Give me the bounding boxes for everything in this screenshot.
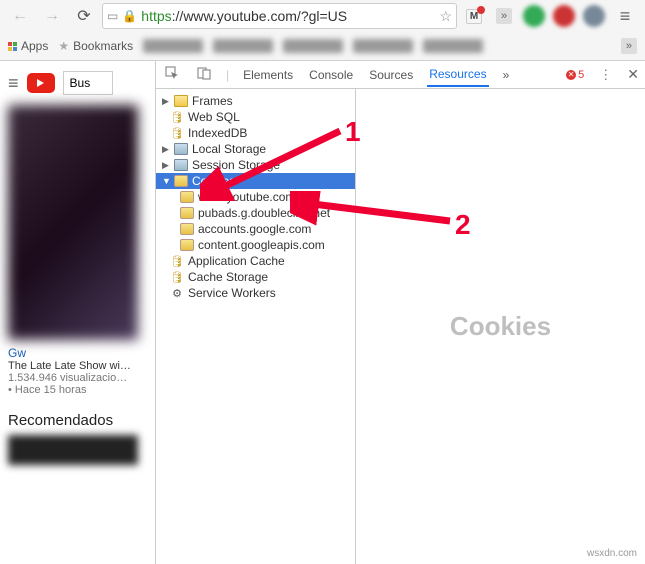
chrome-menu-button[interactable]: ≡ bbox=[611, 2, 639, 30]
profile-blob-2[interactable] bbox=[551, 5, 577, 27]
devtools-close-icon[interactable]: ✕ bbox=[627, 66, 639, 83]
cookie-host-youtube[interactable]: www.youtube.com bbox=[156, 189, 355, 205]
bookmark-star-icon[interactable]: ☆ bbox=[439, 8, 452, 25]
cookie-host-doubleclick[interactable]: pubads.g.doubleclick.net bbox=[156, 205, 355, 221]
bookmarks-bar: Apps ★ Bookmarks » bbox=[0, 32, 645, 60]
page-icon: ▭ bbox=[107, 9, 118, 23]
tree-frames[interactable]: ▶Frames bbox=[156, 93, 355, 109]
devtools-tabbar: | Elements Console Sources Resources » ✕… bbox=[156, 61, 645, 89]
apps-grid-icon bbox=[8, 42, 17, 51]
video-title[interactable]: Gw bbox=[8, 346, 147, 360]
profile-blob-3[interactable] bbox=[581, 5, 607, 27]
tree-cache-storage[interactable]: 🛢Cache Storage bbox=[156, 269, 355, 285]
video-time: • Hace 15 horas bbox=[8, 384, 147, 396]
profile-blob-1[interactable] bbox=[521, 5, 547, 27]
detail-pane: Cookies bbox=[356, 89, 645, 564]
cookie-host-googleapis[interactable]: content.googleapis.com bbox=[156, 237, 355, 253]
folder-icon bbox=[174, 95, 188, 107]
apps-label: Apps bbox=[21, 39, 48, 53]
tree-websql[interactable]: 🛢Web SQL bbox=[156, 109, 355, 125]
reload-button[interactable]: ⟳ bbox=[70, 2, 98, 30]
cookie-icon bbox=[180, 191, 194, 203]
video-subtitle: The Late Late Show wi… bbox=[8, 360, 147, 372]
tab-elements[interactable]: Elements bbox=[241, 64, 295, 86]
nav-row: ← → ⟳ ▭ 🔒 https://www.youtube.com/?gl=US… bbox=[0, 0, 645, 32]
storage-icon bbox=[174, 159, 188, 171]
database-icon: 🛢 bbox=[170, 271, 184, 283]
devtools-menu-icon[interactable]: ⋮ bbox=[596, 64, 615, 86]
youtube-page: ≡ Gw The Late Late Show wi… 1.534.946 vi… bbox=[0, 61, 155, 564]
tabs-overflow[interactable]: » bbox=[501, 64, 512, 86]
recommended-thumb[interactable] bbox=[8, 435, 138, 465]
tree-service-workers[interactable]: ⚙Service Workers bbox=[156, 285, 355, 301]
extension-overflow[interactable]: » bbox=[491, 5, 517, 27]
inspect-icon[interactable] bbox=[162, 63, 182, 86]
tab-resources[interactable]: Resources bbox=[427, 63, 488, 87]
tree-local-storage[interactable]: ▶Local Storage bbox=[156, 141, 355, 157]
cookie-icon bbox=[180, 223, 194, 235]
video-thumbnail[interactable] bbox=[8, 105, 138, 340]
device-icon[interactable] bbox=[194, 63, 214, 86]
devtools-panel: | Elements Console Sources Resources » ✕… bbox=[155, 61, 645, 564]
recomendados-heading: Recomendados bbox=[8, 412, 147, 429]
annotation-label-2: 2 bbox=[455, 209, 471, 241]
annotation-label-1: 1 bbox=[345, 116, 361, 148]
apps-shortcut[interactable]: Apps bbox=[8, 39, 48, 53]
bookmarks-overflow[interactable]: » bbox=[621, 38, 637, 54]
bookmark-blur-1[interactable] bbox=[143, 39, 203, 53]
cookie-icon bbox=[180, 207, 194, 219]
youtube-header: ≡ bbox=[8, 71, 147, 95]
bookmark-blur-5[interactable] bbox=[423, 39, 483, 53]
tree-session-storage[interactable]: ▶Session Storage bbox=[156, 157, 355, 173]
error-count-badge[interactable]: ✕5 bbox=[566, 69, 584, 81]
cookie-host-google-accounts[interactable]: accounts.google.com bbox=[156, 221, 355, 237]
address-bar[interactable]: ▭ 🔒 https://www.youtube.com/?gl=US ☆ bbox=[102, 3, 457, 29]
bookmark-blur-3[interactable] bbox=[283, 39, 343, 53]
gmail-extension-icon[interactable]: M bbox=[461, 5, 487, 27]
bookmark-blur-4[interactable] bbox=[353, 39, 413, 53]
star-icon: ★ bbox=[58, 39, 69, 53]
gear-icon: ⚙ bbox=[170, 287, 184, 299]
bookmark-blur-2[interactable] bbox=[213, 39, 273, 53]
database-icon: 🛢 bbox=[170, 127, 184, 139]
tree-indexeddb[interactable]: 🛢IndexedDB bbox=[156, 125, 355, 141]
cookie-icon bbox=[180, 239, 194, 251]
lock-icon: 🔒 bbox=[122, 9, 137, 23]
forward-button[interactable]: → bbox=[38, 2, 66, 30]
tab-sources[interactable]: Sources bbox=[367, 64, 415, 86]
back-button[interactable]: ← bbox=[6, 2, 34, 30]
storage-icon bbox=[174, 143, 188, 155]
database-icon: 🛢 bbox=[170, 111, 184, 123]
tab-console[interactable]: Console bbox=[307, 64, 355, 86]
bookmarks-label: Bookmarks bbox=[73, 39, 133, 53]
url-text[interactable]: https://www.youtube.com/?gl=US bbox=[141, 8, 435, 24]
video-views: 1.534.946 visualizacio… bbox=[8, 372, 147, 384]
resources-tree: ▶Frames 🛢Web SQL 🛢IndexedDB ▶Local Stora… bbox=[156, 89, 356, 564]
database-icon: 🛢 bbox=[170, 255, 184, 267]
youtube-logo[interactable] bbox=[27, 73, 55, 93]
browser-chrome: ← → ⟳ ▭ 🔒 https://www.youtube.com/?gl=US… bbox=[0, 0, 645, 61]
tree-app-cache[interactable]: 🛢Application Cache bbox=[156, 253, 355, 269]
youtube-menu-icon[interactable]: ≡ bbox=[8, 73, 19, 94]
cookie-icon bbox=[174, 175, 188, 187]
watermark: wsxdn.com bbox=[587, 548, 637, 559]
detail-heading: Cookies bbox=[450, 311, 551, 342]
youtube-search-input[interactable] bbox=[63, 71, 113, 95]
tree-cookies[interactable]: ▼Cookies bbox=[156, 173, 355, 189]
bookmarks-folder[interactable]: ★ Bookmarks bbox=[58, 39, 133, 53]
